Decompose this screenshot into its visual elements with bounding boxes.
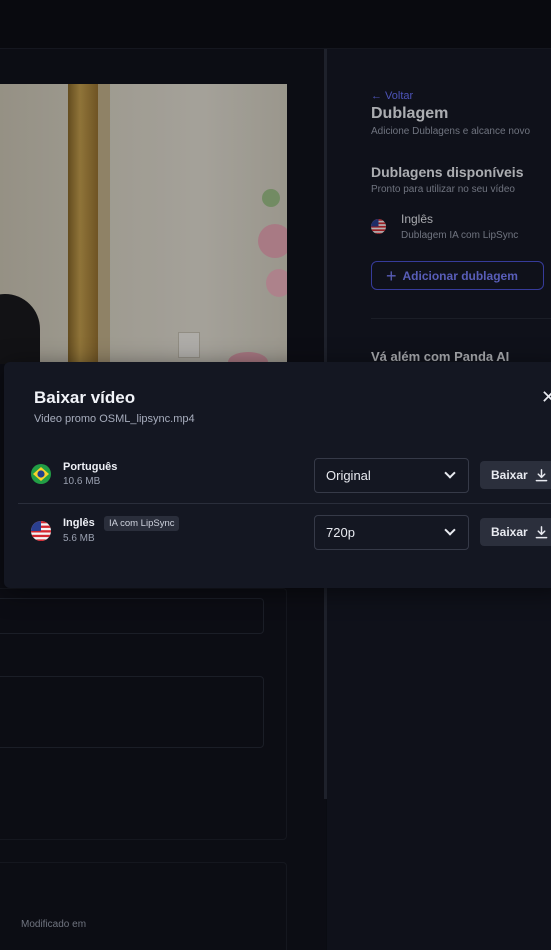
brazil-flag-icon <box>31 464 51 484</box>
chevron-down-icon <box>444 524 456 536</box>
row-language: Inglês <box>63 517 95 529</box>
quality-select-value: Original <box>326 468 371 483</box>
row-divider <box>18 503 551 504</box>
download-modal: Baixar vídeo Video promo OSML_lipsync.mp… <box>4 362 551 588</box>
download-icon <box>535 525 548 538</box>
download-button[interactable]: Baixar <box>480 461 551 489</box>
quality-select[interactable]: Original <box>314 458 469 493</box>
download-button-label: Baixar <box>491 525 528 539</box>
row-file-size: 10.6 MB <box>63 476 101 487</box>
download-button-label: Baixar <box>491 468 528 482</box>
us-flag-icon <box>31 521 51 541</box>
download-button[interactable]: Baixar <box>480 518 551 546</box>
close-icon[interactable]: ✕ <box>541 387 551 408</box>
modal-title: Baixar vídeo <box>34 388 136 407</box>
row-language: Português <box>63 461 118 473</box>
chevron-down-icon <box>444 467 456 479</box>
quality-select-value: 720p <box>326 525 355 540</box>
download-icon <box>535 468 548 481</box>
quality-select[interactable]: 720p <box>314 515 469 550</box>
row-file-size: 5.6 MB <box>63 533 95 544</box>
lipsync-badge: IA com LipSync <box>104 516 180 531</box>
modal-filename: Video promo OSML_lipsync.mp4 <box>34 413 195 425</box>
